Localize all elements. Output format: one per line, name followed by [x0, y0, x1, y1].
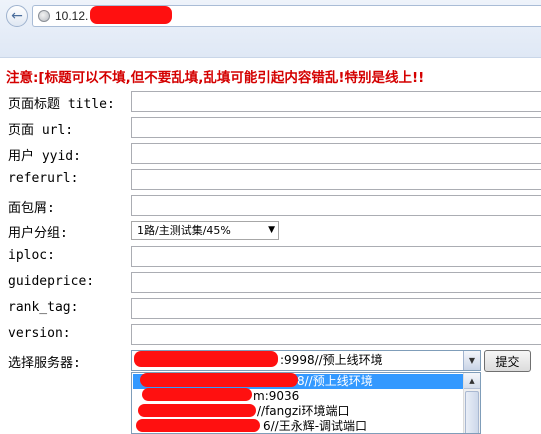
iploc-input[interactable]: [131, 246, 541, 267]
rank-tag-input[interactable]: [131, 298, 541, 319]
scrollbar-thumb[interactable]: [465, 391, 479, 433]
server-select-value: :9998//预上线环境: [280, 353, 383, 367]
scroll-up-icon[interactable]: ▲: [464, 373, 480, 389]
label-url: 页面 url:: [8, 123, 74, 138]
guideprice-input[interactable]: [131, 272, 541, 293]
label-guideprice: guideprice:: [8, 274, 95, 289]
breadcrumb-input[interactable]: [131, 195, 541, 216]
chevron-down-icon: ▼: [268, 225, 275, 235]
warning-text: 注意:[标题可以不填,但不要乱填,乱填可能引起内容错乱!特别是线上!!: [6, 70, 425, 86]
url-input[interactable]: [131, 117, 541, 138]
redaction-mark: [134, 351, 278, 367]
redaction-mark: [136, 419, 260, 432]
back-arrow-icon[interactable]: ←: [6, 5, 28, 27]
address-url: 10.12.: [55, 9, 89, 23]
redaction-mark: [90, 6, 172, 24]
browser-toolbar: ← 10.12.: [0, 0, 541, 58]
label-user-group: 用户分组:: [8, 226, 68, 241]
referurl-input[interactable]: [131, 169, 541, 190]
label-breadcrumb: 面包屑:: [8, 201, 55, 216]
label-iploc: iploc:: [8, 248, 55, 263]
title-input[interactable]: [131, 91, 541, 112]
redaction-mark: [140, 373, 298, 387]
globe-icon: [38, 10, 50, 22]
redaction-mark: [142, 388, 252, 401]
scrollbar[interactable]: ▲: [463, 373, 480, 433]
label-rank-tag: rank_tag:: [8, 300, 79, 315]
redaction-mark: [138, 404, 256, 417]
submit-button[interactable]: 提交: [484, 350, 531, 372]
yyid-input[interactable]: [131, 143, 541, 164]
label-referurl: referurl:: [8, 171, 79, 186]
version-input[interactable]: [131, 324, 541, 345]
label-title: 页面标题 title:: [8, 97, 115, 112]
label-server: 选择服务器:: [8, 356, 81, 371]
chevron-down-icon[interactable]: ▼: [463, 351, 480, 370]
user-group-select[interactable]: 1路/主测试集/45% ▼: [131, 221, 279, 240]
label-yyid: 用户 yyid:: [8, 149, 81, 164]
user-group-value: 1路/主测试集/45%: [137, 224, 231, 237]
label-version: version:: [8, 326, 71, 341]
